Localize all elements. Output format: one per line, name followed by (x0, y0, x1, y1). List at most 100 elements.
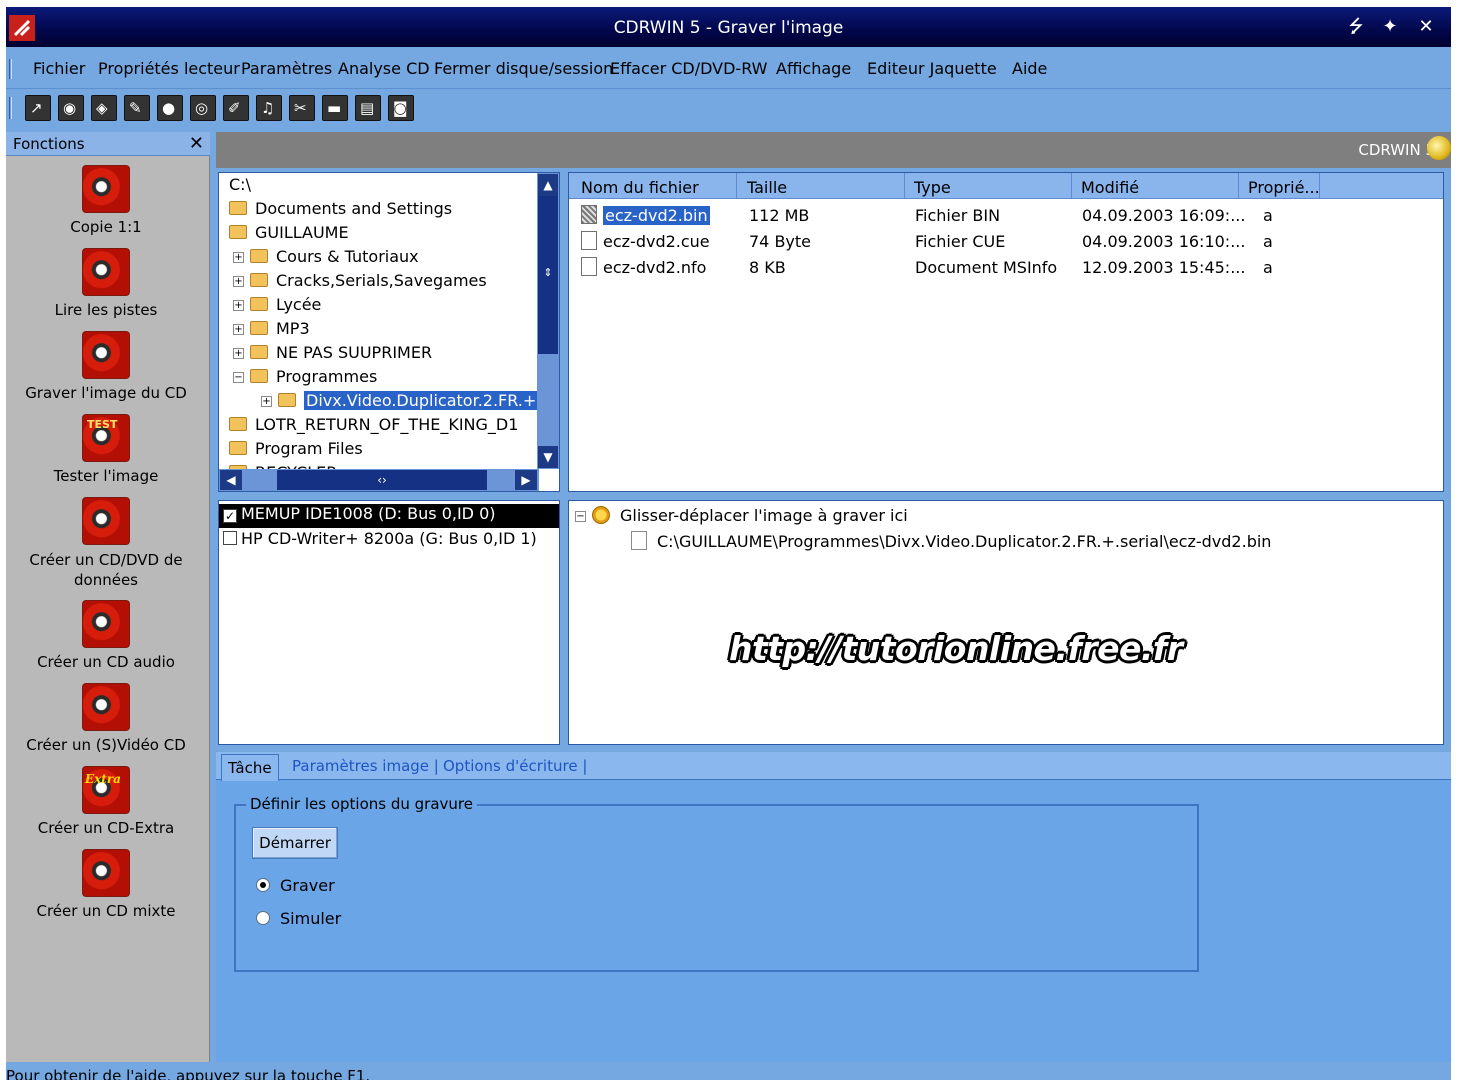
tab-tache[interactable]: Tâche (221, 754, 279, 781)
target-file[interactable]: C:\GUILLAUME\Programmes\Divx.Video.Dupli… (631, 531, 1271, 551)
pen-icon[interactable]: ✐ (223, 95, 249, 121)
tree-item[interactable]: + Cracks,Serials,Savegames (233, 271, 487, 293)
tab-parametres-image[interactable]: Paramètres image | (292, 757, 439, 775)
maximize-icon[interactable]: ✦ (1378, 16, 1402, 38)
cover-icon[interactable]: ▤ (355, 95, 381, 121)
tree-item[interactable]: − Programmes (233, 367, 377, 389)
burn-target[interactable]: − Glisser-déplacer l'image à graver ici C… (568, 500, 1444, 745)
function-cd-audio[interactable]: Créer un CD audio (6, 600, 206, 671)
folder-tree[interactable]: C:\ Documents and Settings GUILLAUME + Co… (218, 172, 560, 492)
function-lire-pistes[interactable]: Lire les pistes (6, 248, 206, 319)
function-cd-mixte[interactable]: Créer un CD mixte (6, 849, 206, 920)
tree-item-root[interactable]: C:\ (229, 175, 251, 197)
expand-icon[interactable]: + (233, 276, 244, 287)
drive-icon[interactable]: ▬ (322, 95, 348, 121)
menu-fichier[interactable]: Fichier (33, 59, 85, 78)
function-cd-donnees[interactable]: Créer un CD/DVD de données (6, 497, 206, 590)
menu-effacer[interactable]: Effacer CD/DVD-RW (610, 59, 768, 78)
group-title: Définir les options du gravure (246, 795, 477, 813)
file-row[interactable]: ecz-dvd2.nfo 8 KB Document MSInfo 12.09.… (569, 256, 1443, 280)
edit-icon[interactable]: ✎ (124, 95, 150, 121)
collapse-icon[interactable]: − (233, 372, 244, 383)
scroll-thumb[interactable]: ⇕ (538, 196, 558, 354)
folder-icon (250, 345, 268, 359)
file-type: Fichier BIN (915, 206, 1001, 225)
radio-button-checked[interactable] (256, 878, 270, 892)
scroll-up-icon[interactable]: ▲ (538, 174, 558, 196)
drive-item[interactable]: HP CD-Writer+ 8200a (G: Bus 0,ID 1) (219, 529, 559, 553)
read-tracks-icon (82, 248, 130, 296)
copy-disc-icon[interactable]: ◉ (58, 95, 84, 121)
expand-icon[interactable]: + (233, 300, 244, 311)
collapse-icon[interactable]: − (575, 511, 586, 522)
tab-options-ecriture[interactable]: Options d'écriture | (443, 757, 587, 775)
function-tester-image[interactable]: Tester l'image (6, 414, 206, 485)
drive-checkbox[interactable] (223, 531, 237, 545)
tools-icon[interactable]: ✂ (289, 95, 315, 121)
function-graver-image[interactable]: Graver l'image du CD (6, 331, 206, 402)
file-attr: a (1263, 206, 1273, 225)
menu-aide[interactable]: Aide (1012, 59, 1047, 78)
cd-icon[interactable]: ◙ (388, 95, 414, 121)
scroll-left-icon[interactable]: ◀ (220, 470, 242, 490)
file-list[interactable]: Nom du fichier Taille Type Modifié Propr… (568, 172, 1444, 492)
file-attr: a (1263, 258, 1273, 277)
tree-item[interactable]: Program Files (229, 439, 363, 461)
skull-disc-icon[interactable]: ● (157, 95, 183, 121)
image-icon[interactable]: ◈ (91, 95, 117, 121)
menu-analyse-cd[interactable]: Analyse CD (338, 59, 430, 78)
file-row[interactable]: ecz-dvd2.cue 74 Byte Fichier CUE 04.09.2… (569, 230, 1443, 254)
file-row[interactable]: ecz-dvd2.bin 112 MB Fichier BIN 04.09.20… (569, 204, 1443, 228)
close-icon[interactable]: ✕ (1414, 16, 1438, 38)
function-copie[interactable]: Copie 1:1 (6, 165, 206, 236)
radio-graver[interactable]: Graver (256, 876, 335, 895)
drive-checkbox[interactable]: ✓ (223, 509, 237, 523)
tree-item[interactable]: + Cours & Tutoriaux (233, 247, 419, 269)
radio-button[interactable] (256, 911, 270, 925)
tree-item[interactable]: + Lycée (233, 295, 321, 317)
folder-icon (229, 417, 247, 431)
minimize-icon[interactable]: ⭍ (1344, 16, 1368, 38)
tree-item-selected[interactable]: + Divx.Video.Duplicator.2.FR.+.serial (261, 391, 559, 413)
column-taille[interactable]: Taille (739, 173, 905, 199)
tree-item[interactable]: + NE PAS SUUPRIMER (233, 343, 432, 365)
expand-icon[interactable]: + (233, 348, 244, 359)
menu-affichage[interactable]: Affichage (776, 59, 851, 78)
menu-editeur-jaquette[interactable]: Editeur Jaquette (867, 59, 997, 78)
scroll-right-icon[interactable]: ▶ (515, 470, 537, 490)
column-proprietes[interactable]: Proprié... (1240, 173, 1320, 199)
tree-item[interactable]: Documents and Settings (229, 199, 452, 221)
tree-vertical-scrollbar[interactable]: ▲ ⇕ ▼ (537, 173, 559, 469)
write-disc-icon[interactable]: ↗ (25, 95, 51, 121)
column-nom[interactable]: Nom du fichier (573, 173, 737, 199)
radio-simuler[interactable]: Simuler (256, 909, 341, 928)
menu-grip[interactable] (9, 59, 12, 79)
target-root[interactable]: − Glisser-déplacer l'image à graver ici (575, 506, 908, 525)
expand-icon[interactable]: + (261, 396, 272, 407)
function-video-cd[interactable]: Créer un (S)Vidéo CD (6, 683, 206, 754)
audio-disc-icon[interactable]: ♫ (256, 95, 282, 121)
start-button[interactable]: Démarrer (252, 827, 338, 859)
menu-parametres[interactable]: Paramètres (241, 59, 332, 78)
burn-image-icon (82, 331, 130, 379)
tree-item[interactable]: LOTR_RETURN_OF_THE_KING_D1 (229, 415, 518, 437)
test-disc-icon[interactable]: ◎ (190, 95, 216, 121)
tree-item-label: Divx.Video.Duplicator.2.FR.+.serial (304, 391, 559, 410)
close-icon[interactable]: ✕ (189, 133, 204, 154)
file-name: ecz-dvd2.nfo (603, 258, 707, 277)
tree-item[interactable]: + MP3 (233, 319, 310, 341)
tree-horizontal-scrollbar[interactable]: ◀ ‹› ▶ (219, 469, 539, 491)
scroll-down-icon[interactable]: ▼ (538, 446, 558, 468)
function-cd-extra[interactable]: Créer un CD-Extra (6, 766, 206, 837)
toolbar-grip[interactable] (9, 97, 12, 119)
column-modifie[interactable]: Modifié (1073, 173, 1239, 199)
expand-icon[interactable]: + (233, 252, 244, 263)
column-type[interactable]: Type (906, 173, 1072, 199)
function-label: Tester l'image (53, 467, 159, 485)
scroll-thumb[interactable]: ‹› (277, 470, 487, 490)
tree-item[interactable]: GUILLAUME (229, 223, 349, 245)
menu-proprietes-lecteur[interactable]: Propriétés lecteur (98, 59, 240, 78)
expand-icon[interactable]: + (233, 324, 244, 335)
menu-fermer-disque[interactable]: Fermer disque/session (434, 59, 613, 78)
drive-item[interactable]: ✓ MEMUP IDE1008 (D: Bus 0,ID 0) (219, 504, 559, 528)
